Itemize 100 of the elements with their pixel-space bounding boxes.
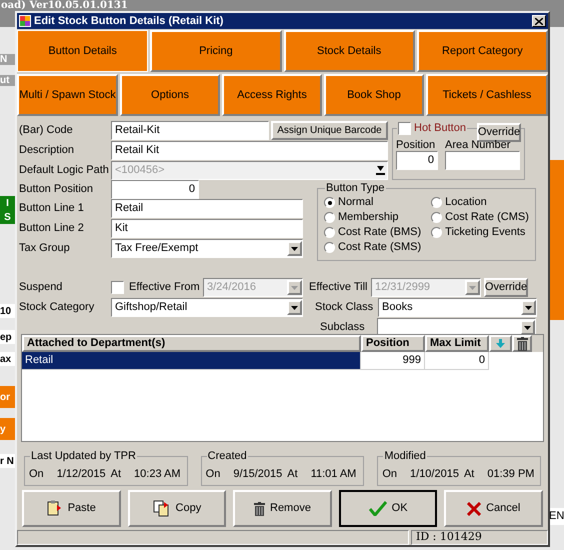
column-header: Position: [361, 335, 425, 352]
dropdown[interactable]: Books: [378, 298, 537, 317]
radio-label: Normal: [338, 195, 374, 210]
radio-label: Cost Rate (SMS): [338, 240, 422, 256]
audit-time: 01:39 PM: [487, 466, 534, 482]
download-arrow-icon: [375, 165, 386, 176]
trash-icon: [516, 336, 528, 350]
field-label: Button Line 1: [19, 201, 85, 216]
field-label: Button Line 2: [19, 221, 85, 236]
group-title: Button Type: [326, 182, 385, 194]
checkmark-icon: [368, 501, 387, 516]
position-label: Position: [396, 139, 436, 151]
background-text: ep: [0, 330, 15, 344]
radio-button[interactable]: [324, 212, 335, 223]
text-field[interactable]: [445, 151, 520, 170]
clipboard-icon: [46, 500, 63, 517]
radio-button[interactable]: [324, 227, 335, 238]
hot-button-label: Hot Button: [414, 121, 466, 135]
tab[interactable]: Stock Details: [284, 30, 415, 72]
background-text: N: [0, 54, 15, 65]
field-label: (Bar) Code: [19, 123, 74, 138]
text-field[interactable]: Kit: [111, 219, 303, 238]
copy-icon: [152, 500, 171, 517]
background-text: ut: [0, 75, 15, 86]
background-text: 10: [0, 304, 15, 318]
text-field[interactable]: 0: [396, 151, 438, 170]
tab[interactable]: Access Rights: [222, 74, 322, 116]
trash-icon: [254, 502, 265, 516]
close-button[interactable]: [532, 15, 546, 27]
radio-label: Membership: [338, 210, 399, 226]
field-label: Stock Class: [315, 300, 374, 316]
radio-button[interactable]: [431, 197, 442, 208]
text-field[interactable]: Retail Kit: [111, 141, 388, 160]
audit-date: 9/15/2015: [233, 466, 282, 482]
app-icon: [19, 15, 31, 27]
dropdown[interactable]: Tax Free/Exempt: [111, 239, 303, 258]
field-label: Suspend: [19, 280, 64, 296]
action-button[interactable]: Paste: [22, 490, 121, 527]
background-text: ax: [0, 352, 15, 366]
text-field[interactable]: Retail-Kit: [111, 121, 269, 140]
tab[interactable]: Button Details: [17, 30, 148, 72]
audit-time: 10:23 AM: [134, 466, 181, 482]
table-row[interactable]: Retail 999 0: [22, 352, 489, 370]
audit-at: At: [287, 466, 298, 482]
text-field[interactable]: 0: [111, 180, 199, 199]
tab[interactable]: Pricing: [150, 30, 282, 72]
tab[interactable]: Report Category: [416, 30, 548, 72]
field-label: Default Logic Path: [19, 163, 110, 178]
group-title: Modified: [384, 450, 426, 462]
action-button[interactable]: Remove: [233, 490, 332, 527]
audit-on: On: [29, 466, 44, 482]
field-label: Effective Till: [309, 280, 368, 296]
status-id: ID : 101429: [411, 530, 548, 545]
tab[interactable]: Tickets / Cashless: [426, 74, 548, 116]
action-button[interactable]: OK: [338, 490, 438, 527]
field-label: Effective From: [129, 280, 201, 296]
radio-button[interactable]: [324, 197, 335, 208]
audit-at: At: [110, 466, 122, 482]
tab[interactable]: Book Shop: [324, 74, 424, 116]
close-icon: [535, 18, 543, 24]
window-title: Edit Stock Button Details (Retail Kit): [34, 14, 224, 29]
tab[interactable]: Multi / Spawn Stock: [17, 74, 118, 116]
field-label: Tax Group: [19, 241, 71, 256]
checkbox[interactable]: [111, 281, 124, 294]
move-down-button[interactable]: [489, 335, 512, 352]
action-button[interactable]: Copy: [128, 490, 226, 527]
background-text: or: [0, 386, 15, 408]
audit-on: On: [382, 466, 398, 482]
field-label: Description: [19, 143, 76, 158]
group-title: Last Updated by TPR: [31, 450, 136, 462]
radio-label: Location: [445, 195, 487, 210]
radio-label: Ticketing Events: [445, 225, 526, 240]
radio-button[interactable]: [431, 212, 442, 223]
text-field[interactable]: Retail: [111, 199, 303, 218]
audit-time: 11:01 AM: [310, 466, 356, 482]
radio-button[interactable]: [324, 242, 335, 253]
assign-barcode-button[interactable]: Assign Unique Barcode: [271, 121, 388, 140]
background-text: r N: [0, 454, 15, 468]
delete-button[interactable]: [512, 335, 532, 352]
audit-date: 1/10/2015: [410, 466, 459, 482]
field-label: Subclass: [320, 320, 366, 336]
background-text: EN: [549, 508, 564, 524]
field-label: Stock Category: [19, 300, 96, 316]
action-button[interactable]: Cancel: [444, 490, 543, 527]
table-cell: 999: [361, 352, 425, 370]
dropdown[interactable]: Giftshop/Retail: [111, 298, 303, 317]
tab[interactable]: Options: [120, 74, 220, 116]
area-number-label: Area Number: [445, 139, 512, 151]
group-title: Created: [208, 450, 247, 462]
radio-label: Cost Rate (CMS): [445, 210, 529, 226]
background-text: S: [0, 210, 15, 224]
audit-on: On: [206, 466, 220, 482]
checkbox[interactable]: [398, 122, 411, 134]
app-title: oad) Ver10.05.01.0131: [1, 0, 128, 11]
table-cell: Retail: [22, 352, 361, 370]
table-cell: 0: [425, 352, 489, 370]
down-arrow-icon: [496, 339, 505, 348]
column-header: Attached to Department(s): [22, 335, 361, 352]
background-text: I: [0, 196, 15, 210]
radio-button[interactable]: [431, 227, 442, 238]
